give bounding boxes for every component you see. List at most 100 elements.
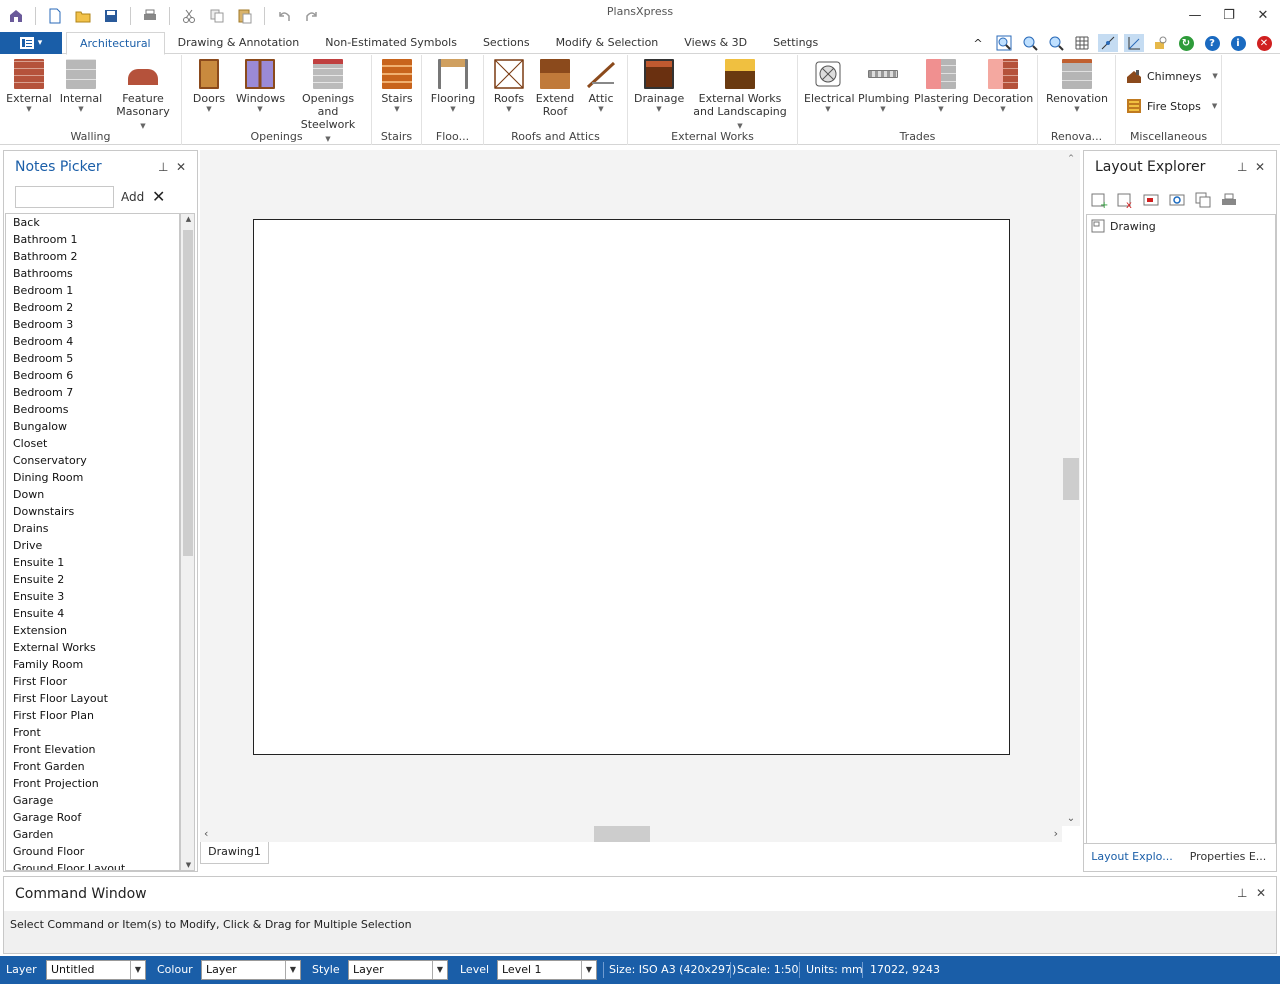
scroll-up-icon[interactable]: ▲	[181, 215, 196, 223]
stairs-button[interactable]: Stairs ▼	[376, 59, 418, 113]
decoration-button[interactable]: Decoration ▼	[972, 59, 1034, 113]
info-icon[interactable]: i	[1228, 34, 1248, 52]
collapse-ribbon-icon[interactable]: ^	[968, 34, 988, 52]
notes-list-scrollbar[interactable]: ▲ ▼	[180, 213, 195, 871]
tab-layout-explorer[interactable]: Layout Explo...	[1084, 844, 1180, 871]
list-item[interactable]: Closet	[6, 435, 179, 452]
extend-roof-button[interactable]: Extend Roof	[534, 59, 576, 118]
style-select[interactable]: Layer ▼	[348, 960, 448, 980]
restore-icon[interactable]: ❐	[1212, 0, 1246, 30]
flooring-button[interactable]: Flooring ▼	[428, 59, 478, 113]
scroll-up-icon[interactable]: ^	[1062, 154, 1080, 162]
colour-select[interactable]: Layer ▼	[201, 960, 301, 980]
plumbing-button[interactable]: Plumbing ▼	[858, 59, 909, 113]
zoom-out-icon[interactable]	[1046, 34, 1066, 52]
list-item[interactable]: Ensuite 3	[6, 588, 179, 605]
list-item[interactable]: Drains	[6, 520, 179, 537]
windows-button[interactable]: Windows ▼	[236, 59, 285, 113]
layout-tree[interactable]: Drawing	[1086, 214, 1276, 844]
zoom-in-icon[interactable]	[1020, 34, 1040, 52]
copy-layout-icon[interactable]	[1194, 191, 1212, 209]
level-select[interactable]: Level 1 ▼	[497, 960, 597, 980]
list-item[interactable]: Downstairs	[6, 503, 179, 520]
file-menu-button[interactable]: ▾	[0, 32, 62, 54]
tree-item-drawing[interactable]: Drawing	[1091, 219, 1156, 233]
tab-non-estimated-symbols[interactable]: Non-Estimated Symbols	[312, 32, 470, 54]
list-item[interactable]: Bathrooms	[6, 265, 179, 282]
list-item[interactable]: Bedroom 3	[6, 316, 179, 333]
list-item[interactable]: Bedroom 5	[6, 350, 179, 367]
feature-masonary-button[interactable]: Feature Masonary ▼	[110, 59, 176, 133]
list-item[interactable]: Bungalow	[6, 418, 179, 435]
drawing-canvas[interactable]	[200, 150, 1062, 826]
tab-drawing-annotation[interactable]: Drawing & Annotation	[165, 32, 313, 54]
list-item[interactable]: Bedroom 6	[6, 367, 179, 384]
list-item[interactable]: Bedrooms	[6, 401, 179, 418]
list-item[interactable]: Extension	[6, 622, 179, 639]
list-item[interactable]: Conservatory	[6, 452, 179, 469]
lock-key-icon[interactable]	[1150, 34, 1170, 52]
list-item[interactable]: Front Projection	[6, 775, 179, 792]
list-item[interactable]: Ensuite 1	[6, 554, 179, 571]
list-item[interactable]: Bedroom 2	[6, 299, 179, 316]
list-item[interactable]: First Floor Plan	[6, 707, 179, 724]
close-icon[interactable]: ✕	[1246, 0, 1280, 30]
roofs-button[interactable]: Roofs ▼	[490, 59, 528, 113]
refresh-layout-icon[interactable]	[1168, 191, 1186, 209]
refresh-icon[interactable]: ↻	[1176, 34, 1196, 52]
layer-select[interactable]: Untitled ▼	[46, 960, 146, 980]
list-item[interactable]: Front Elevation	[6, 741, 179, 758]
fire-stops-button[interactable]: Fire Stops ▼	[1126, 98, 1217, 114]
list-item[interactable]: Family Room	[6, 656, 179, 673]
tab-architectural[interactable]: Architectural	[66, 32, 165, 55]
notes-search-input[interactable]	[15, 186, 114, 208]
list-item[interactable]: First Floor Layout	[6, 690, 179, 707]
external-wall-button[interactable]: External ▼	[6, 59, 52, 113]
list-item[interactable]: Ground Floor Layout	[6, 860, 179, 870]
add-layout-icon[interactable]: +	[1090, 191, 1108, 209]
minimize-icon[interactable]: —	[1178, 0, 1212, 30]
doors-button[interactable]: Doors ▼	[188, 59, 230, 113]
canvas-vertical-scrollbar[interactable]: ^ ⌄	[1062, 150, 1080, 826]
list-item[interactable]: Garden	[6, 826, 179, 843]
add-note-button[interactable]: Add	[121, 190, 144, 204]
list-item[interactable]: Garage Roof	[6, 809, 179, 826]
canvas-horizontal-scrollbar[interactable]: ‹ ›	[200, 826, 1062, 842]
list-item[interactable]: Bedroom 7	[6, 384, 179, 401]
notes-list[interactable]: Back Bathroom 1 Bathroom 2 Bathrooms Bedroom…	[5, 213, 180, 871]
list-item[interactable]: Back	[6, 214, 179, 231]
scroll-down-icon[interactable]: ▼	[181, 861, 196, 869]
tab-sections[interactable]: Sections	[470, 32, 543, 54]
clear-search-icon[interactable]: ✕	[152, 187, 165, 206]
close-icon[interactable]: ✕	[1255, 160, 1265, 174]
list-item[interactable]: Front	[6, 724, 179, 741]
drawing-sheet[interactable]	[253, 219, 1010, 755]
list-item[interactable]: Ensuite 4	[6, 605, 179, 622]
list-item[interactable]: Bedroom 4	[6, 333, 179, 350]
snap-icon[interactable]	[1098, 34, 1118, 52]
delete-layout-icon[interactable]: x	[1116, 191, 1134, 209]
external-works-landscaping-button[interactable]: External Works and Landscaping ▼	[690, 59, 790, 133]
exit-icon[interactable]: ✕	[1254, 34, 1274, 52]
list-item[interactable]: Dining Room	[6, 469, 179, 486]
tab-views-3d[interactable]: Views & 3D	[671, 32, 760, 54]
pin-icon[interactable]: ⊥	[1237, 886, 1247, 900]
list-item[interactable]: External Works	[6, 639, 179, 656]
list-item[interactable]: Down	[6, 486, 179, 503]
list-item[interactable]: Ground Floor	[6, 843, 179, 860]
scroll-down-icon[interactable]: ⌄	[1062, 813, 1080, 824]
scrollbar-thumb[interactable]	[1063, 458, 1079, 500]
list-item[interactable]: Front Garden	[6, 758, 179, 775]
zoom-window-icon[interactable]	[994, 34, 1014, 52]
list-item[interactable]: First Floor	[6, 673, 179, 690]
list-item[interactable]: Bathroom 2	[6, 248, 179, 265]
close-icon[interactable]: ✕	[1256, 886, 1266, 900]
print-layout-icon[interactable]	[1220, 191, 1238, 209]
tab-properties-explorer[interactable]: Properties E...	[1180, 844, 1276, 871]
layout-view-icon[interactable]	[1142, 191, 1160, 209]
renovation-button[interactable]: Renovation ▼	[1044, 59, 1110, 113]
internal-wall-button[interactable]: Internal ▼	[58, 59, 104, 113]
scrollbar-thumb[interactable]	[183, 230, 193, 556]
electrical-button[interactable]: Electrical ▼	[804, 59, 855, 113]
list-item[interactable]: Ensuite 2	[6, 571, 179, 588]
